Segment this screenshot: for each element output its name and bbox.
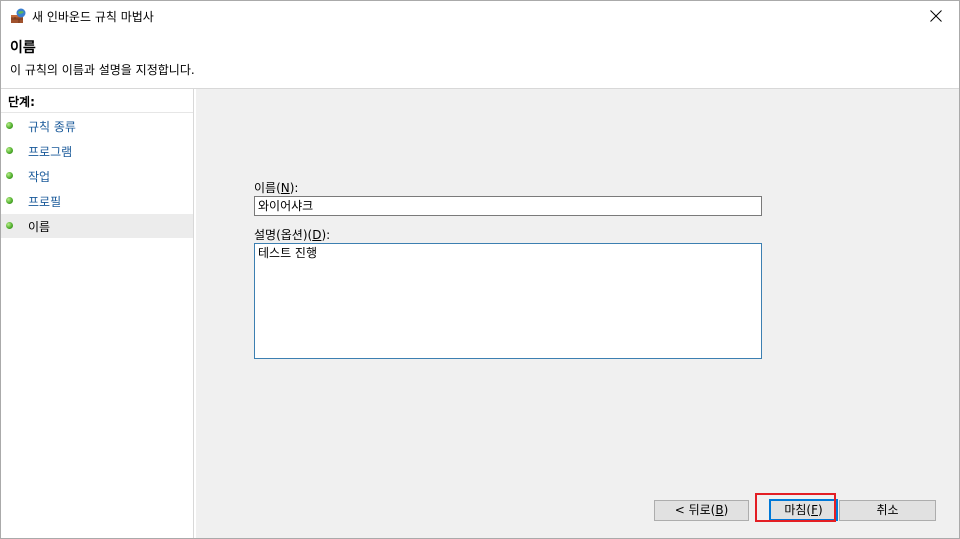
steps-heading: 단계: — [8, 95, 35, 109]
finish-button-highlight — [755, 493, 836, 522]
steps-divider — [1, 112, 193, 113]
step-status-icon — [6, 147, 13, 154]
wizard-header: 이름 이 규칙의 이름과 설명을 지정합니다. — [1, 31, 959, 89]
name-input[interactable]: 와이어샤크 — [254, 196, 762, 216]
page-title: 이름 — [10, 40, 36, 56]
page-subtitle: 이 규칙의 이름과 설명을 지정합니다. — [10, 63, 195, 77]
step-status-icon — [6, 197, 13, 204]
step-label: 작업 — [28, 170, 51, 184]
step-label: 이름 — [28, 220, 51, 234]
step-name: 이름 — [1, 214, 193, 238]
step-label: 프로필 — [28, 195, 62, 209]
title-bar: 새 인바운드 규칙 마법사 — [1, 1, 959, 31]
wizard-window: 새 인바운드 규칙 마법사 이름 이 규칙의 이름과 설명을 지정합니다. 단계… — [0, 0, 960, 539]
step-program[interactable]: 프로그램 — [1, 139, 193, 163]
step-label: 프로그램 — [28, 145, 73, 159]
step-status-icon — [6, 172, 13, 179]
cancel-button[interactable]: 취소 — [839, 500, 936, 521]
step-label: 규칙 종류 — [28, 120, 76, 134]
step-rule-type[interactable]: 규칙 종류 — [1, 114, 193, 138]
description-field-label: 설명(옵션)(D): — [254, 228, 331, 242]
steps-sidebar: 단계: 규칙 종류 프로그램 작업 프로필 이름 — [1, 89, 194, 538]
step-action[interactable]: 작업 — [1, 164, 193, 188]
wizard-content: 이름(N): 와이어샤크 설명(옵션)(D): 테스트 진행 < 뒤로(B) 마… — [196, 89, 959, 538]
step-profile[interactable]: 프로필 — [1, 189, 193, 213]
firewall-app-icon — [10, 8, 26, 24]
window-title: 새 인바운드 규칙 마법사 — [32, 10, 154, 24]
step-status-icon — [6, 222, 13, 229]
name-field-label: 이름(N): — [254, 181, 299, 195]
close-button[interactable] — [913, 1, 959, 31]
description-textarea[interactable]: 테스트 진행 — [254, 243, 762, 359]
step-status-icon — [6, 122, 13, 129]
back-button[interactable]: < 뒤로(B) — [654, 500, 749, 521]
close-icon — [930, 10, 942, 22]
